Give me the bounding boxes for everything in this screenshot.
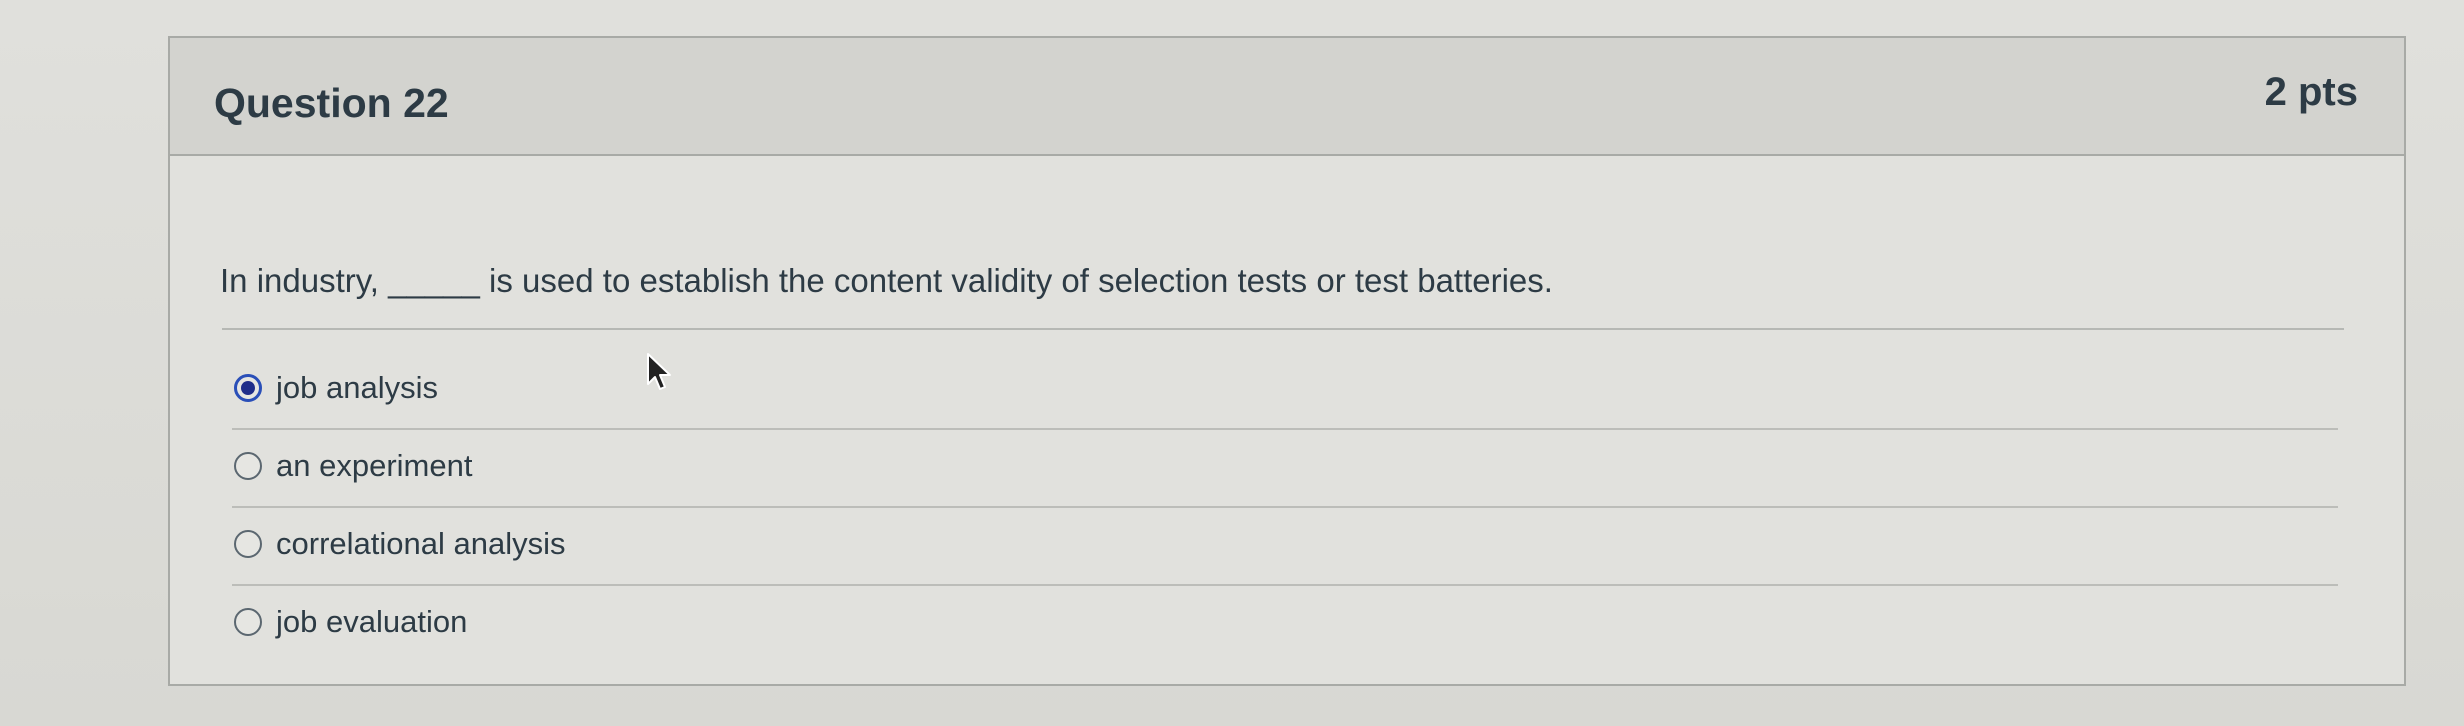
answer-label[interactable]: correlational analysis xyxy=(276,526,565,562)
radio-button[interactable] xyxy=(234,608,262,636)
answer-label[interactable]: an experiment xyxy=(276,448,472,484)
answer-option[interactable]: job evaluation xyxy=(232,586,2338,664)
answer-option[interactable]: correlational analysis xyxy=(232,508,2338,586)
answer-list: job analysis an experiment correlational… xyxy=(232,352,2338,664)
question-header: Question 22 2 pts xyxy=(170,38,2404,156)
radio-button[interactable] xyxy=(234,452,262,480)
answer-label[interactable]: job analysis xyxy=(276,370,438,406)
question-text: In industry, _____ is used to establish … xyxy=(220,262,1553,299)
question-body: In industry, _____ is used to establish … xyxy=(170,156,2404,684)
quiz-page: Question 22 2 pts In industry, _____ is … xyxy=(0,0,2464,726)
question-card: Question 22 2 pts In industry, _____ is … xyxy=(168,36,2406,686)
mouse-pointer-icon xyxy=(647,353,671,390)
question-points: 2 pts xyxy=(2264,70,2358,114)
divider xyxy=(222,328,2344,330)
radio-button-selected[interactable] xyxy=(234,374,262,402)
radio-button[interactable] xyxy=(234,530,262,558)
question-title: Question 22 xyxy=(214,80,449,126)
answer-option[interactable]: an experiment xyxy=(232,430,2338,508)
answer-label[interactable]: job evaluation xyxy=(276,604,467,640)
answer-option[interactable]: job analysis xyxy=(232,352,2338,430)
